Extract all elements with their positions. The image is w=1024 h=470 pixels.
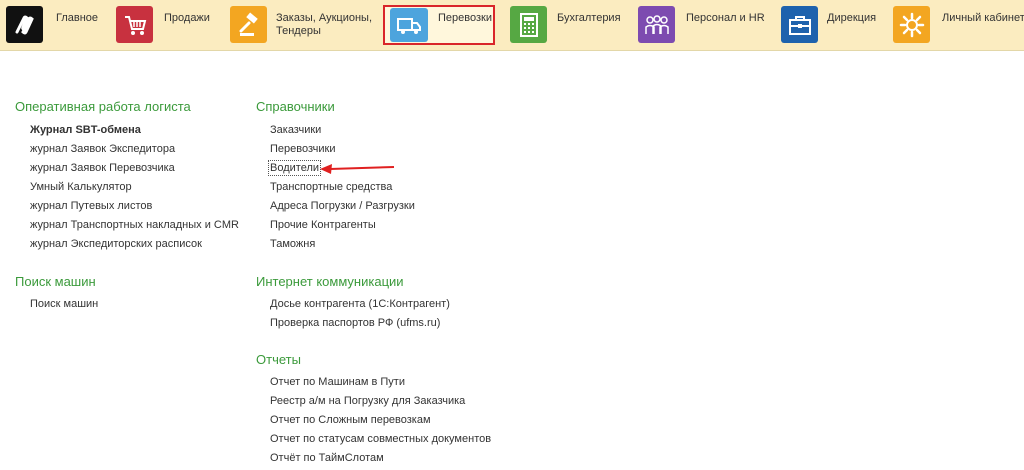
menu-item-loading-register[interactable]: Реестр а/м на Погрузку для Заказчика <box>270 395 465 407</box>
nav-cabinet[interactable]: Личный кабинет <box>891 0 1024 50</box>
menu-item-loading-addresses[interactable]: Адреса Погрузки / Разгрузки <box>270 200 415 212</box>
cart-icon <box>116 6 153 43</box>
nav-hr[interactable]: Персонал и HR <box>633 0 779 50</box>
menu-item-sbt-journal[interactable]: Журнал SBT-обмена <box>30 124 141 136</box>
menu-item-carriers[interactable]: Перевозчики <box>270 143 335 155</box>
menu-item-report-timeslots[interactable]: Отчёт по ТаймСлотам <box>270 452 384 464</box>
top-nav-bar: Главное Продажи Заказы, Аукционы, Тендер… <box>0 0 1024 51</box>
menu-item-contractor-dossier[interactable]: Досье контрагента (1С:Контрагент) <box>270 298 450 310</box>
nav-cabinet-label: Личный кабинет <box>942 12 1024 24</box>
nav-hr-label: Персонал и HR <box>686 12 765 24</box>
nav-main[interactable]: Главное <box>0 0 110 50</box>
nav-transport[interactable]: Перевозки <box>383 0 497 50</box>
nav-orders-label-1: Заказы, Аукционы, <box>276 12 372 24</box>
menu-item-report-complex[interactable]: Отчет по Сложным перевозкам <box>270 414 431 426</box>
menu-item-customs[interactable]: Таможня <box>270 238 315 250</box>
menu-item-vehicles[interactable]: Транспортные средства <box>270 181 392 193</box>
nav-orders[interactable]: Заказы, Аукционы, Тендеры <box>225 0 380 50</box>
menu-item-drivers[interactable]: Водители <box>267 160 322 176</box>
nav-sales[interactable]: Продажи <box>110 0 225 50</box>
people-icon <box>638 6 675 43</box>
menu-item-vehicle-search[interactable]: Поиск машин <box>30 298 98 310</box>
menu-item-forwarder-receipts[interactable]: журнал Экспедиторских расписок <box>30 238 202 250</box>
group-title-references: Справочники <box>256 99 335 114</box>
briefcase-icon <box>781 6 818 43</box>
nav-direction[interactable]: Дирекция <box>779 0 891 50</box>
nav-accounting[interactable]: Бухгалтерия <box>505 0 633 50</box>
menu-item-passport-check[interactable]: Проверка паспортов РФ (ufms.ru) <box>270 317 440 329</box>
menu-item-transport-cmr[interactable]: журнал Транспортных накладных и CMR <box>30 219 239 231</box>
menu-item-smart-calculator[interactable]: Умный Калькулятор <box>30 181 132 193</box>
nav-accounting-label: Бухгалтерия <box>557 12 621 24</box>
calculator-icon <box>510 6 547 43</box>
nav-orders-label-2: Тендеры <box>276 25 321 37</box>
group-title-logistics: Оперативная работа логиста <box>15 99 191 114</box>
menu-item-customers[interactable]: Заказчики <box>270 124 321 136</box>
nav-main-label: Главное <box>56 12 99 24</box>
nav-transport-label: Перевозки <box>438 12 492 24</box>
gavel-icon <box>230 6 267 43</box>
menu-item-report-doc-status[interactable]: Отчет по статусам совместных документов <box>270 433 491 445</box>
truck-icon <box>390 8 428 42</box>
group-title-vehicle-search: Поиск машин <box>15 274 96 289</box>
menu-item-other-contractors[interactable]: Прочие Контрагенты <box>270 219 376 231</box>
annotation-arrow <box>320 164 395 174</box>
group-title-reports: Отчеты <box>256 352 301 367</box>
logo-icon <box>6 6 43 43</box>
nav-direction-label: Дирекция <box>827 12 877 24</box>
menu-item-forwarder-orders[interactable]: журнал Заявок Экспедитора <box>30 143 175 155</box>
group-title-internet: Интернет коммуникации <box>256 274 404 289</box>
menu-item-carrier-orders[interactable]: журнал Заявок Перевозчика <box>30 162 175 174</box>
menu-item-report-vehicles-en-route[interactable]: Отчет по Машинам в Пути <box>270 376 405 388</box>
gear-icon <box>893 6 930 43</box>
menu-item-waybills[interactable]: журнал Путевых листов <box>30 200 152 212</box>
nav-sales-label: Продажи <box>164 12 210 24</box>
